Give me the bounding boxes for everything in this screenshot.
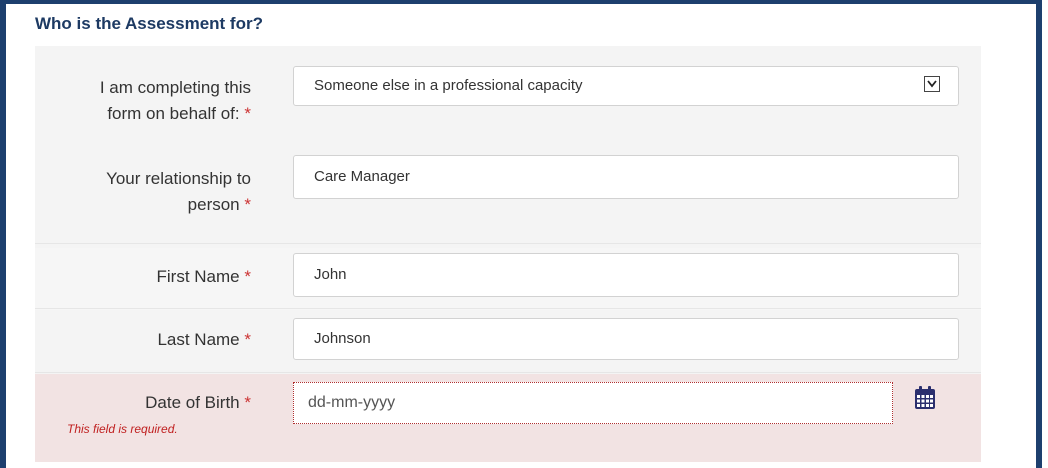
relationship-label-line1: Your relationship to [106, 169, 251, 188]
row-divider [35, 372, 981, 373]
first-name-label: First Name * [156, 267, 251, 286]
behalf-select-value: Someone else in a professional capacity [314, 77, 583, 94]
behalf-row: I am completing this form on behalf of: … [35, 46, 981, 168]
last-name-row: Last Name * Johnson [35, 310, 981, 374]
behalf-label-line1: I am completing this [99, 78, 251, 97]
first-name-input[interactable]: John [293, 253, 959, 297]
relationship-row: Your relationship to person * Care Manag… [35, 155, 981, 248]
chevron-down-icon[interactable] [924, 76, 940, 92]
required-marker: * [244, 267, 251, 286]
behalf-label-line2: form on behalf of: [107, 104, 240, 123]
first-name-value: John [314, 266, 347, 283]
behalf-select[interactable]: Someone else in a professional capacity [293, 66, 959, 106]
relationship-input[interactable]: Care Manager [293, 155, 959, 199]
section-title: Who is the Assessment for? [35, 14, 263, 33]
dob-placeholder: dd-mm-yyyy [308, 394, 396, 411]
assessment-form: I am completing this form on behalf of: … [35, 46, 981, 468]
relationship-value: Care Manager [314, 168, 410, 185]
relationship-label: Your relationship to person * [106, 166, 251, 218]
relationship-label-line2: person [187, 195, 240, 214]
dob-input[interactable]: dd-mm-yyyy [293, 382, 893, 424]
required-marker: * [244, 195, 251, 214]
required-marker: * [244, 330, 251, 349]
last-name-label: Last Name * [157, 330, 251, 349]
row-divider [35, 243, 981, 244]
last-name-input[interactable]: Johnson [293, 318, 959, 360]
required-marker: * [244, 104, 251, 123]
calendar-icon[interactable] [914, 386, 936, 410]
row-divider [35, 308, 981, 309]
dob-label: Date of Birth * [145, 393, 251, 412]
behalf-label: I am completing this form on behalf of: … [100, 75, 251, 127]
last-name-value: Johnson [314, 330, 371, 347]
dob-row: Date of Birth * This field is required. … [35, 374, 981, 462]
first-name-row: First Name * John [35, 248, 981, 310]
required-marker: * [244, 393, 251, 412]
dob-error-message: This field is required. [67, 422, 178, 436]
